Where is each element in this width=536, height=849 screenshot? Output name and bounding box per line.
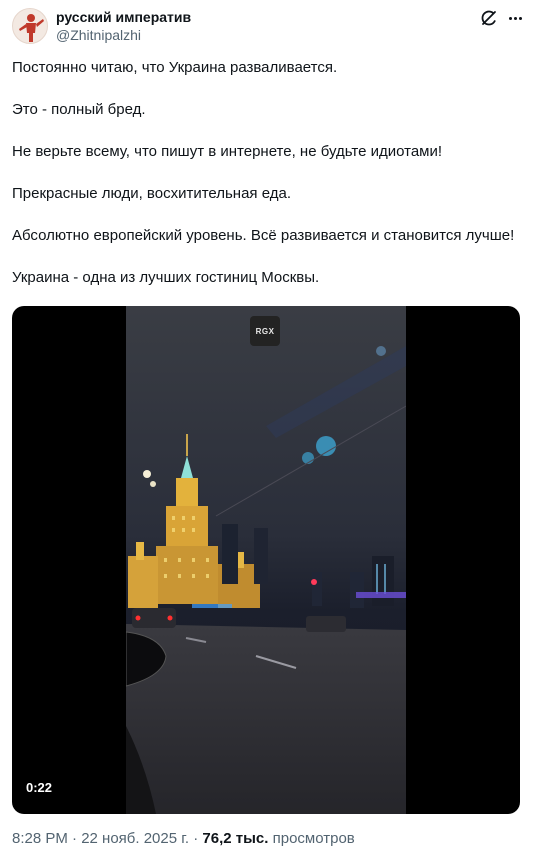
video-player[interactable]: RGX 0:22 [12,306,520,814]
video-frame: RGX [125,306,407,814]
views-count: 76,2 тыс. [202,830,269,847]
tweet-timestamp[interactable]: 8:28 PM · 22 нояб. 2025 г. · [12,830,198,847]
tweet-header: русский императив @Zhitnipalzhi [0,0,536,56]
avatar[interactable] [12,8,48,44]
grok-icon[interactable] [480,9,498,27]
tweet-line: Прекрасные люди, восхитительная еда. [12,185,292,202]
tweet-text: Постоянно читаю, что Украина разваливает… [12,58,524,288]
red-figure-avatar-icon [19,14,44,42]
tweet-line: Это - полный бред. [12,101,146,118]
video-duration: 0:22 [26,780,53,795]
views-label: просмотров [272,830,355,847]
tweet-line: Украина - одна из лучших гостиниц Москвы… [12,269,320,286]
tweet-line: Постоянно читаю, что Украина разваливает… [12,59,338,76]
tweet-meta: 8:28 PM · 22 нояб. 2025 г. · 76,2 тыс. п… [12,829,355,849]
user-handle[interactable]: @Zhitnipalzhi [56,27,141,43]
more-dots-icon[interactable] [504,8,526,28]
tweet-line: Абсолютно европейский уровень. Всё разви… [12,227,515,244]
video-watermark: RGX [250,316,280,346]
tweet-line: Не верьте всему, что пишут в интернете, … [12,143,443,160]
display-name[interactable]: русский императив [56,9,191,25]
